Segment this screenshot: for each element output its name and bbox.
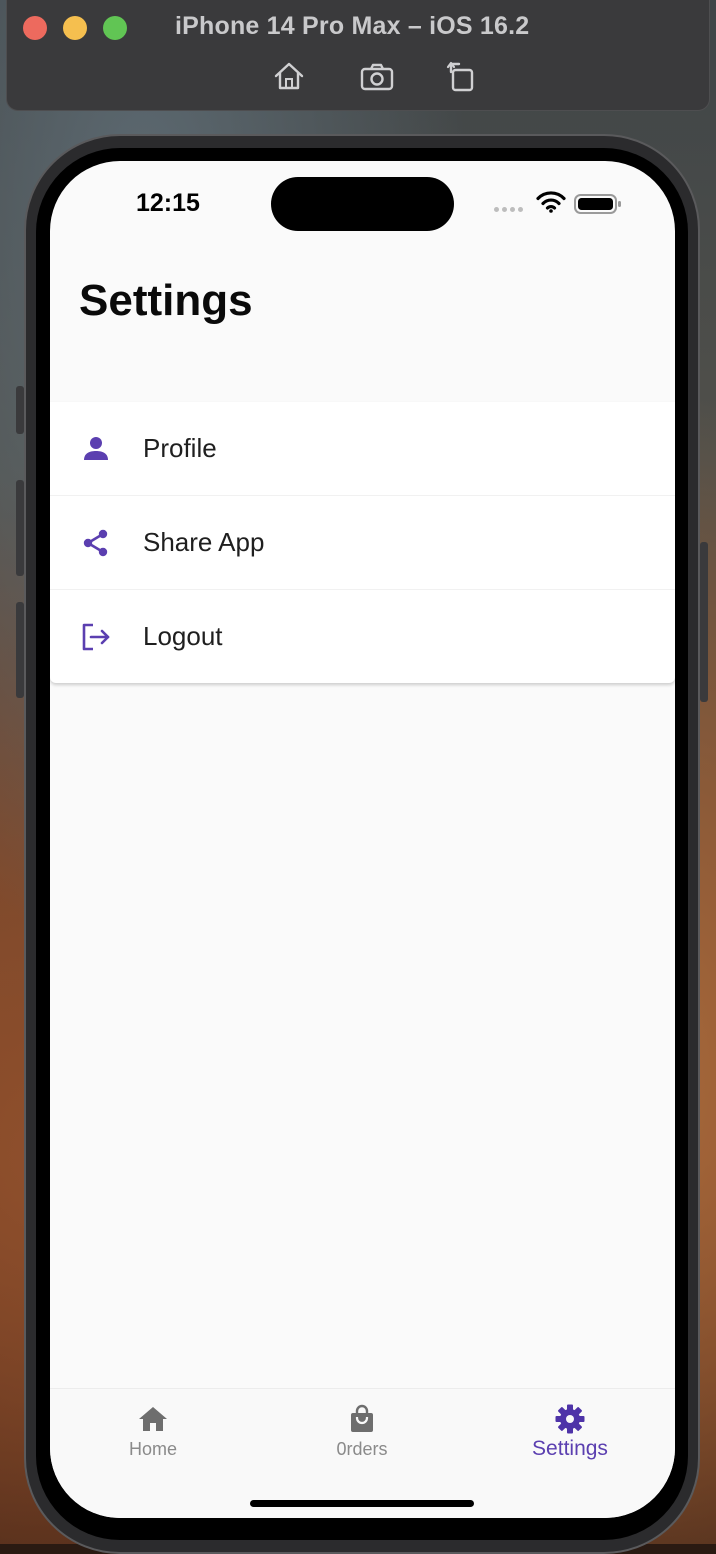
rotate-icon: [446, 61, 474, 92]
bottom-tab-bar: Home 0rders Settings: [50, 1388, 675, 1518]
close-window-button[interactable]: [23, 16, 47, 40]
settings-item-label: Share App: [143, 527, 265, 557]
status-time: 12:15: [136, 189, 200, 217]
settings-item-logout[interactable]: Logout: [50, 590, 675, 683]
ringer-switch: [16, 386, 24, 434]
minimize-window-button[interactable]: [63, 16, 87, 40]
person-icon: [80, 433, 112, 465]
battery-icon: [574, 194, 621, 214]
volume-up-button: [16, 480, 24, 576]
home-icon: [139, 1407, 167, 1431]
logout-icon: [80, 621, 112, 653]
tab-label: Home: [128, 1439, 177, 1459]
gear-icon: [555, 1404, 585, 1434]
settings-item-label: Profile: [143, 433, 217, 463]
phone-screen: 12:15 Settings Profile Share App Logout …: [50, 161, 675, 1518]
settings-item-share-app[interactable]: Share App: [50, 496, 675, 590]
screenshot-icon: [360, 63, 394, 91]
simulator-title: iPhone 14 Pro Max – iOS 16.2: [175, 12, 530, 40]
tab-home[interactable]: Home: [93, 1403, 213, 1460]
wifi-icon: [536, 191, 566, 213]
shopping-bag-icon: [351, 1404, 373, 1432]
volume-down-button: [16, 602, 24, 698]
cellular-signal-icon: [494, 207, 523, 212]
settings-item-profile[interactable]: Profile: [50, 402, 675, 496]
power-button: [700, 542, 708, 702]
zoom-window-button[interactable]: [103, 16, 127, 40]
settings-item-label: Logout: [143, 621, 223, 651]
home-icon: [274, 62, 304, 90]
tab-label: Settings: [532, 1437, 608, 1460]
tab-orders[interactable]: 0rders: [302, 1403, 422, 1460]
settings-list: Profile Share App Logout: [50, 402, 675, 683]
simulator-screenshot-button[interactable]: [359, 58, 395, 94]
simulator-home-button[interactable]: [271, 58, 307, 94]
tab-settings[interactable]: Settings: [510, 1403, 630, 1461]
tab-label: 0rders: [336, 1439, 388, 1459]
home-indicator[interactable]: [250, 1500, 474, 1507]
share-icon: [80, 527, 112, 559]
simulator-title-bar: iPhone 14 Pro Max – iOS 16.2: [6, 0, 710, 111]
page-title: Settings: [79, 276, 253, 325]
simulator-rotate-button[interactable]: [443, 58, 479, 94]
dynamic-island: [271, 177, 454, 231]
